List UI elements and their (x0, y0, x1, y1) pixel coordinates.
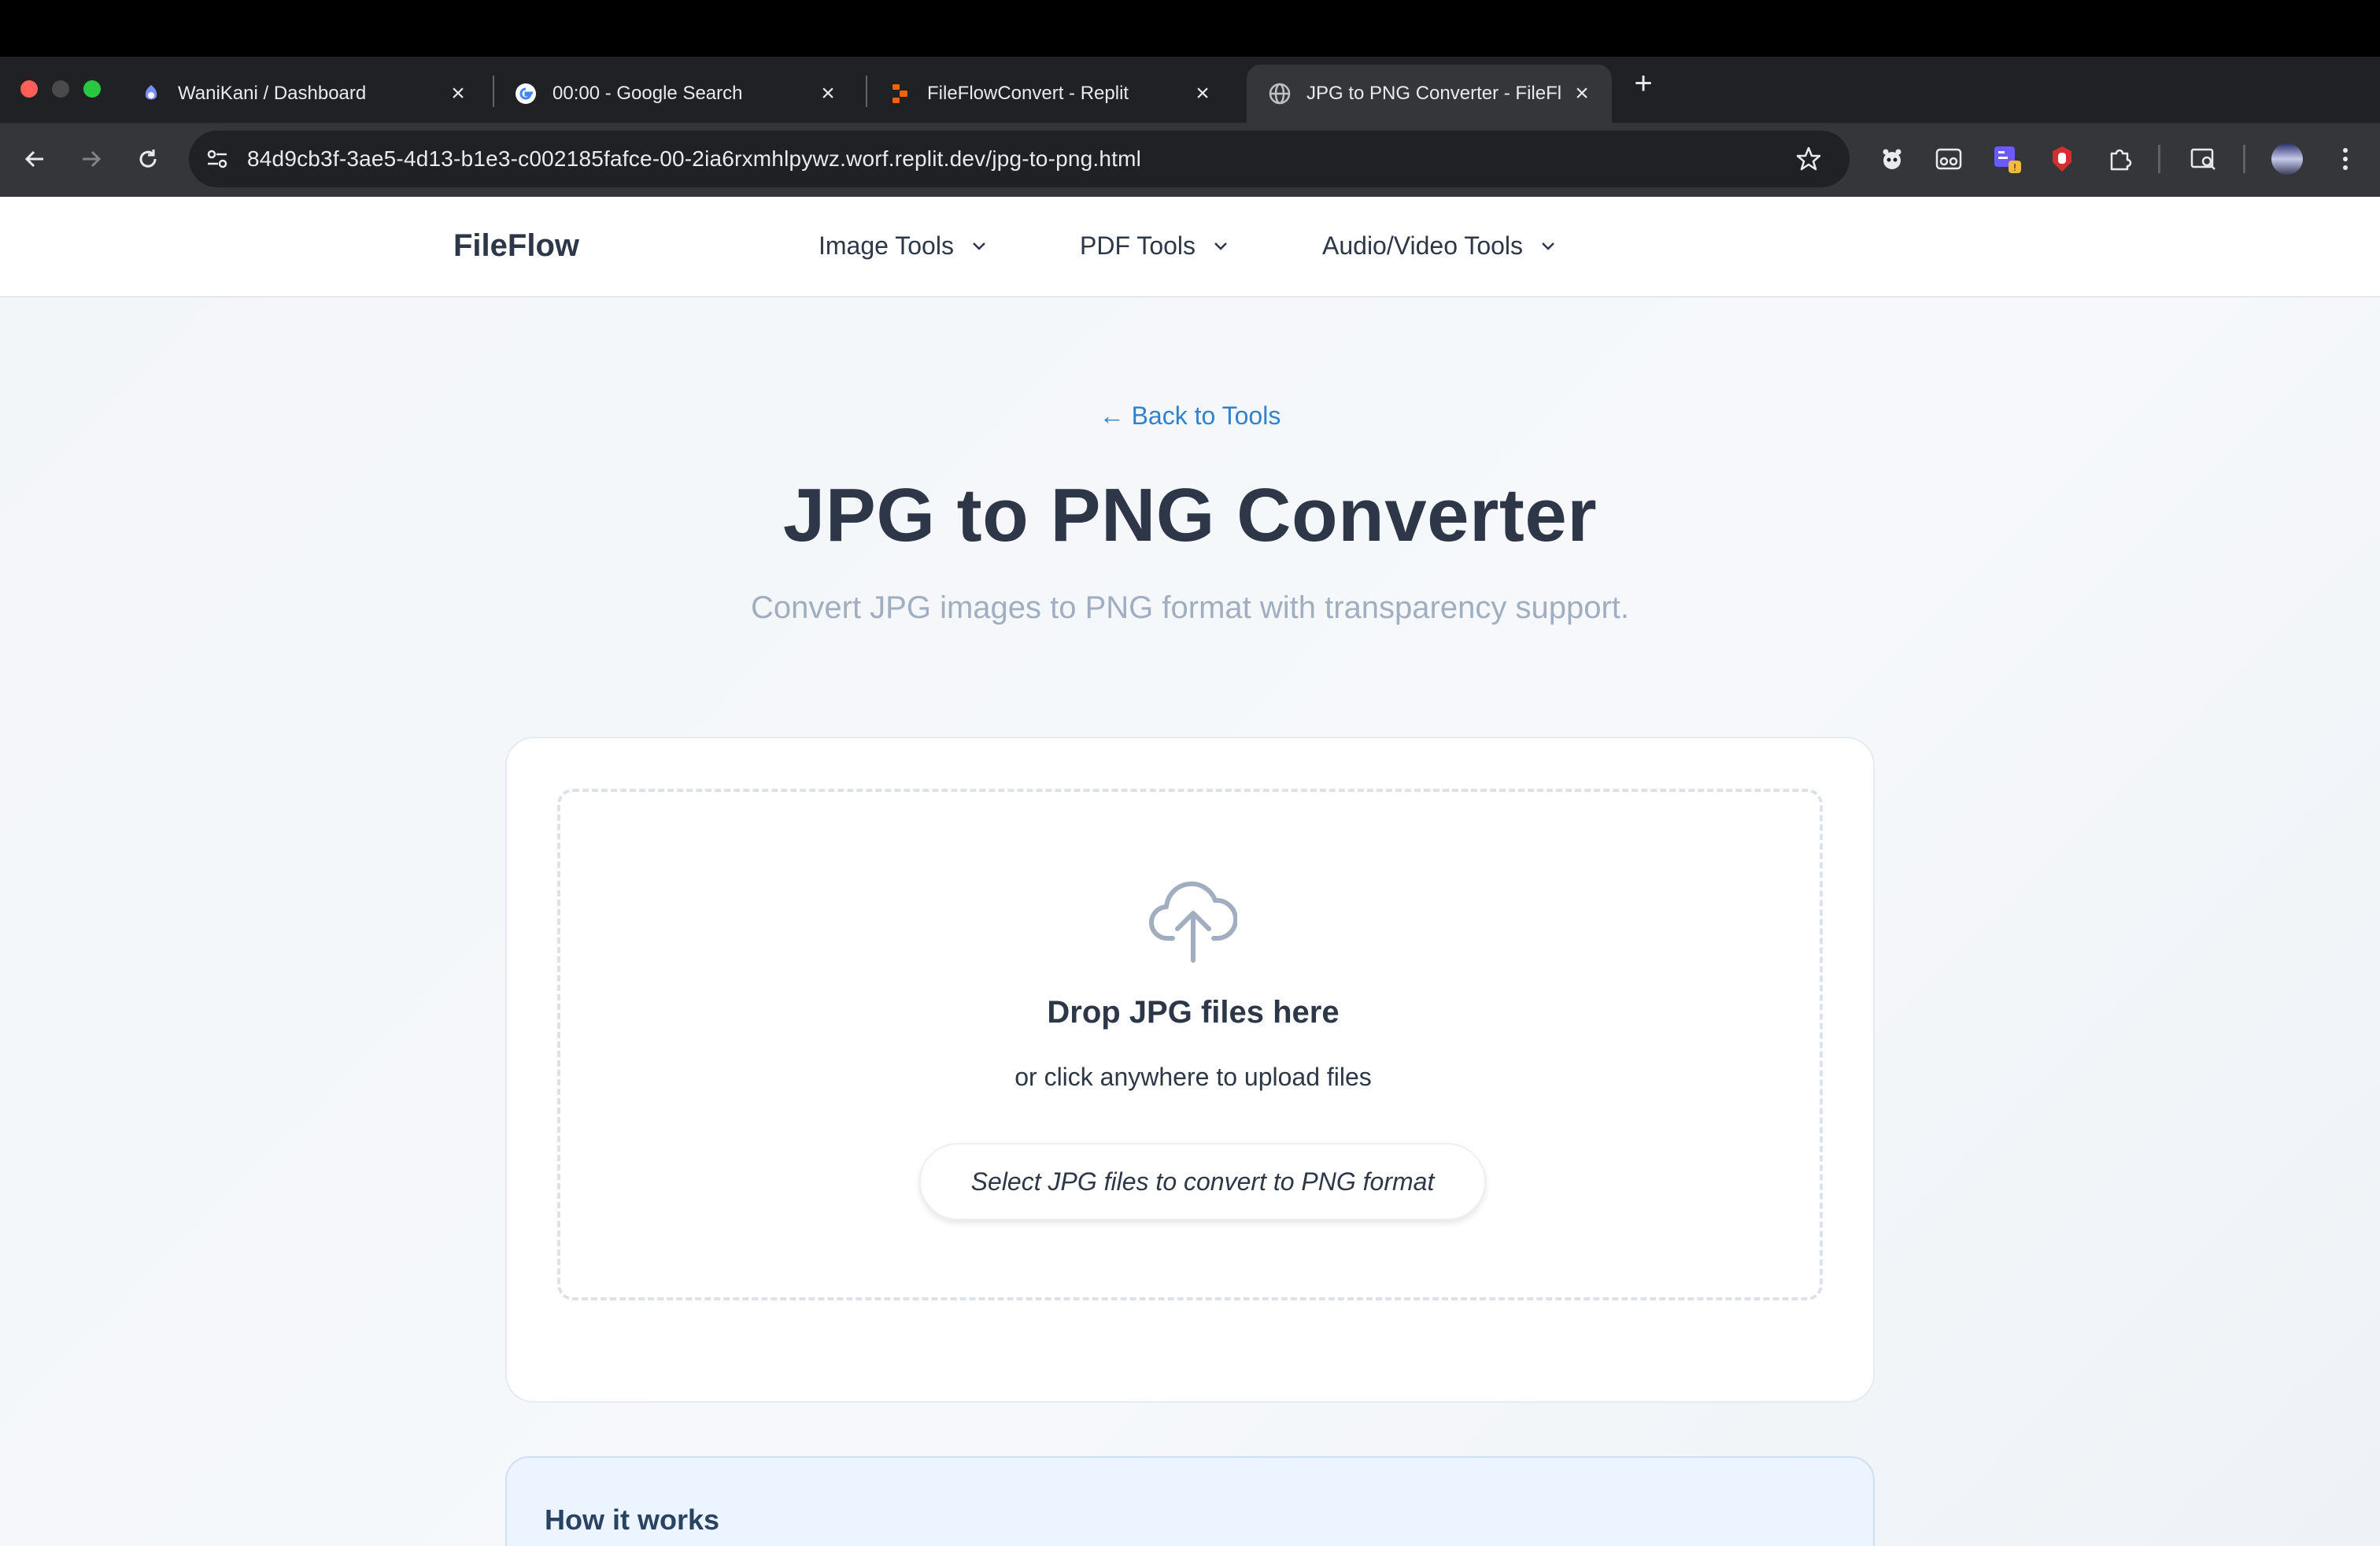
replit-icon (889, 83, 911, 105)
nav-label: PDF Tools (1080, 231, 1196, 260)
browser-tab-strip: WaniKani / Dashboard × 00:00 - Google Se… (0, 57, 2380, 123)
bookmark-star-icon[interactable] (1794, 145, 1823, 177)
wanikani-icon (140, 83, 162, 105)
how-it-works-panel: How it works (505, 1456, 1875, 1546)
brand-logo[interactable]: FileFlow (453, 228, 579, 264)
page-subtitle: Convert JPG images to PNG format with tr… (751, 590, 1629, 625)
chevron-down-icon (1214, 242, 1227, 250)
toolbar-divider (2158, 145, 2160, 173)
more-menu-icon[interactable] (2328, 142, 2363, 176)
dropzone-subheading: or click anywhere to upload files (1014, 1063, 1372, 1091)
dropzone-heading: Drop JPG files here (1047, 995, 1340, 1030)
browser-tab[interactable]: FileFlowConvert - Replit × (867, 65, 1232, 123)
site-info-icon[interactable] (203, 145, 231, 177)
tab-title: FileFlowConvert - Replit (927, 83, 1129, 104)
nav-pdf-tools[interactable]: PDF Tools (1080, 231, 1230, 261)
new-tab-icon[interactable]: + (1628, 68, 1659, 99)
url-text: 84d9cb3f-3ae5-4d13-b1e3-c002185fafce-00-… (247, 146, 1142, 171)
upload-card: Drop JPG files here or click anywhere to… (505, 737, 1875, 1403)
toolbar-divider (2243, 145, 2245, 173)
select-files-button[interactable]: Select JPG files to convert to PNG forma… (919, 1143, 1486, 1220)
cloud-upload-icon (560, 871, 1826, 965)
window-maximize-button[interactable] (83, 80, 101, 98)
extensions-puzzle-icon[interactable] (2103, 142, 2138, 176)
window-close-button[interactable] (20, 80, 38, 98)
chevron-down-icon (1542, 242, 1554, 250)
page-title: JPG to PNG Converter (782, 473, 1598, 557)
stop-hand-extension-icon[interactable] (2045, 142, 2079, 176)
reader-extension-icon[interactable] (1931, 142, 1966, 176)
google-icon (515, 83, 537, 105)
tab-search-icon[interactable] (2186, 142, 2221, 176)
os-top-bar (0, 0, 2380, 57)
tasks-extension-icon[interactable]: ! (1990, 142, 2024, 176)
back-to-tools-link[interactable]: ← Back to Tools (0, 401, 2380, 431)
tab-title: JPG to PNG Converter - FileFl (1306, 83, 1562, 104)
address-bar[interactable]: 84d9cb3f-3ae5-4d13-b1e3-c002185fafce-00-… (189, 131, 1850, 187)
nav-label: Image Tools (819, 231, 954, 260)
extension-icon[interactable] (1875, 142, 1909, 176)
site-navbar: FileFlow Image Tools PDF Tools Audio/Vid… (0, 197, 2380, 298)
nav-audio-video-tools[interactable]: Audio/Video Tools (1322, 231, 1558, 261)
page-viewport: FileFlow Image Tools PDF Tools Audio/Vid… (0, 197, 2380, 1546)
tab-title: WaniKani / Dashboard (178, 83, 367, 104)
how-it-works-title: How it works (545, 1503, 720, 1536)
browser-tab[interactable]: WaniKani / Dashboard × (118, 65, 488, 123)
browser-tab-active[interactable]: JPG to PNG Converter - FileFl × (1247, 65, 1612, 123)
file-dropzone[interactable]: Drop JPG files here or click anywhere to… (557, 789, 1823, 1300)
tab-close-icon[interactable]: × (817, 80, 839, 106)
tab-title: 00:00 - Google Search (552, 83, 743, 104)
reload-icon[interactable] (126, 137, 170, 181)
profile-avatar[interactable] (2270, 142, 2304, 176)
chevron-down-icon (973, 242, 985, 250)
globe-icon (1269, 83, 1291, 105)
window-minimize-button[interactable] (52, 80, 69, 98)
tab-close-icon[interactable]: × (447, 80, 469, 106)
browser-tab[interactable]: 00:00 - Google Search × (493, 65, 858, 123)
nav-label: Audio/Video Tools (1322, 231, 1524, 260)
tab-close-icon[interactable]: × (1192, 80, 1214, 106)
tab-close-icon[interactable]: × (1571, 80, 1593, 106)
svg-text:!: ! (2013, 162, 2017, 173)
forward-arrow-icon[interactable] (69, 137, 113, 181)
back-arrow-icon[interactable] (13, 137, 57, 181)
nav-image-tools[interactable]: Image Tools (819, 231, 989, 261)
